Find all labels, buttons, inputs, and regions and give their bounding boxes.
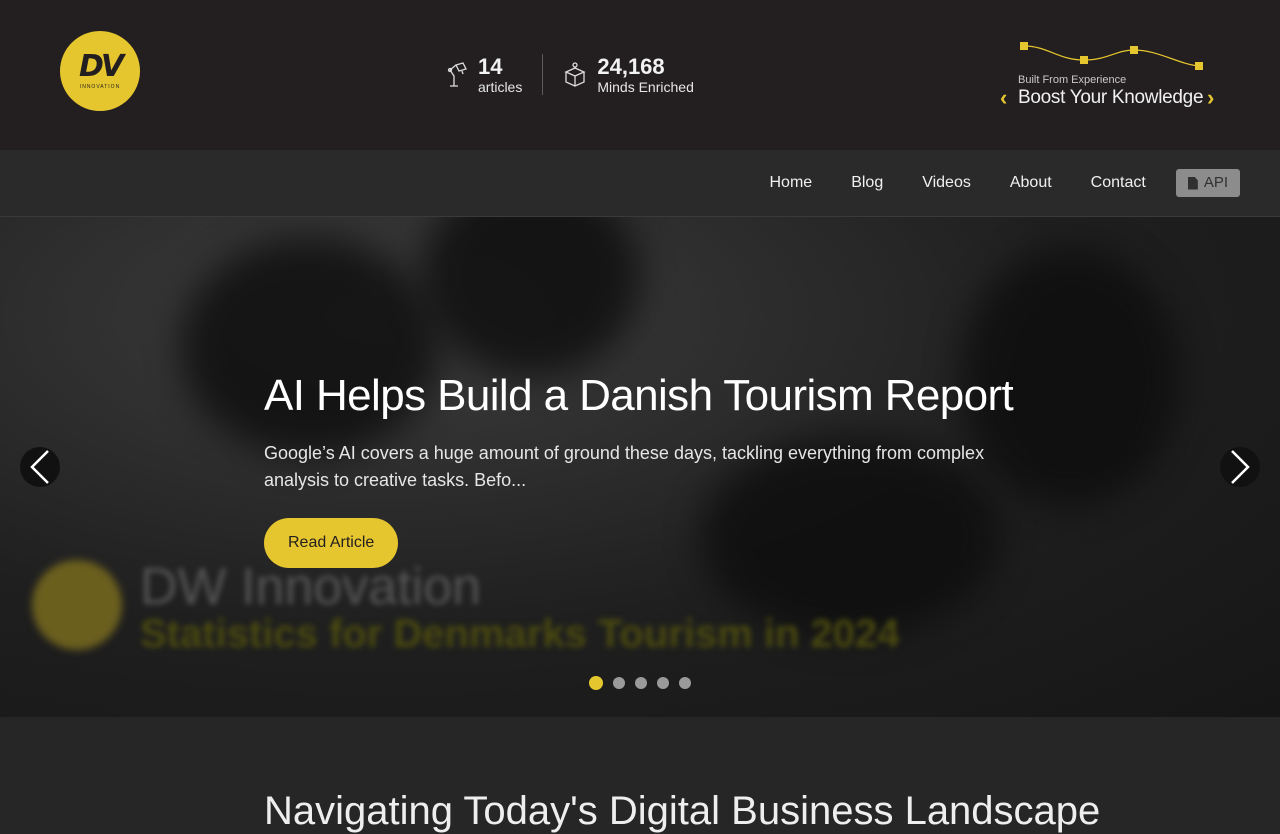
top-header: DV INNOVATION 14 articles 24,168 Minds E… <box>0 0 1280 150</box>
hero-carousel: DW Innovation Statistics for Denmarks To… <box>0 217 1280 717</box>
articles-count: 14 <box>478 53 503 79</box>
api-label: API <box>1203 174 1228 191</box>
tagline-small: Built From Experience <box>1018 74 1127 86</box>
site-stats: 14 articles 24,168 Minds Enriched <box>444 54 694 95</box>
tagline-banner: ‹ Built From Experience Boost Your Knowl… <box>998 38 1228 112</box>
chevron-left-icon <box>30 450 49 484</box>
section-heading: Navigating Today's Digital Business Land… <box>264 789 1101 833</box>
hero-bg-shape <box>420 217 640 377</box>
stat-minds: 24,168 Minds Enriched <box>563 53 694 95</box>
hero-bg-subtitle: Statistics for Denmarks Tourism in 2024 <box>140 612 900 656</box>
chevron-right-icon <box>1231 450 1250 484</box>
nav-videos[interactable]: Videos <box>922 169 971 197</box>
api-button[interactable]: API <box>1175 169 1240 197</box>
minds-count: 24,168 <box>597 53 665 79</box>
chevron-right-icon: › <box>1207 85 1215 110</box>
hero-bg-logo <box>32 560 122 650</box>
hero-title: AI Helps Build a Danish Tourism Report <box>264 371 1014 420</box>
site-logo[interactable]: DV INNOVATION <box>60 31 140 111</box>
hero-content: AI Helps Build a Danish Tourism Report G… <box>264 372 1024 568</box>
minds-label: Minds Enriched <box>597 78 694 95</box>
carousel-dot-4[interactable] <box>657 677 669 689</box>
content-section: Navigating Today's Digital Business Land… <box>0 717 1280 833</box>
stats-divider <box>542 54 544 95</box>
carousel-next-button[interactable] <box>1220 447 1260 487</box>
carousel-dot-1[interactable] <box>589 676 603 690</box>
stat-articles: 14 articles <box>444 53 523 95</box>
nav-about[interactable]: About <box>1010 169 1052 197</box>
carousel-indicators <box>589 676 701 690</box>
nav-blog[interactable]: Blog <box>851 169 883 197</box>
main-navbar: Home Blog Videos About Contact API <box>0 150 1280 217</box>
desk-lamp-icon <box>444 61 468 89</box>
document-icon <box>1187 176 1198 190</box>
logo-subtitle: INNOVATION <box>79 84 121 90</box>
chevron-left-icon: ‹ <box>1000 85 1008 110</box>
carousel-dot-2[interactable] <box>613 677 625 689</box>
main-nav: Home Blog Videos About Contact API <box>731 169 1240 197</box>
carousel-dot-5[interactable] <box>679 677 691 689</box>
hero-excerpt: Google’s AI covers a huge amount of grou… <box>264 443 985 490</box>
carousel-dot-3[interactable] <box>635 677 647 689</box>
nav-home[interactable]: Home <box>770 169 813 197</box>
articles-label: articles <box>478 78 523 95</box>
tagline-line-graphic <box>1020 42 1203 70</box>
carousel-prev-button[interactable] <box>20 447 60 487</box>
open-box-icon <box>563 61 587 89</box>
logo-mark: DV <box>78 49 124 84</box>
nav-contact[interactable]: Contact <box>1091 169 1146 197</box>
tagline-big: Boost Your Knowledge <box>1018 87 1204 108</box>
read-article-button[interactable]: Read Article <box>264 518 399 568</box>
